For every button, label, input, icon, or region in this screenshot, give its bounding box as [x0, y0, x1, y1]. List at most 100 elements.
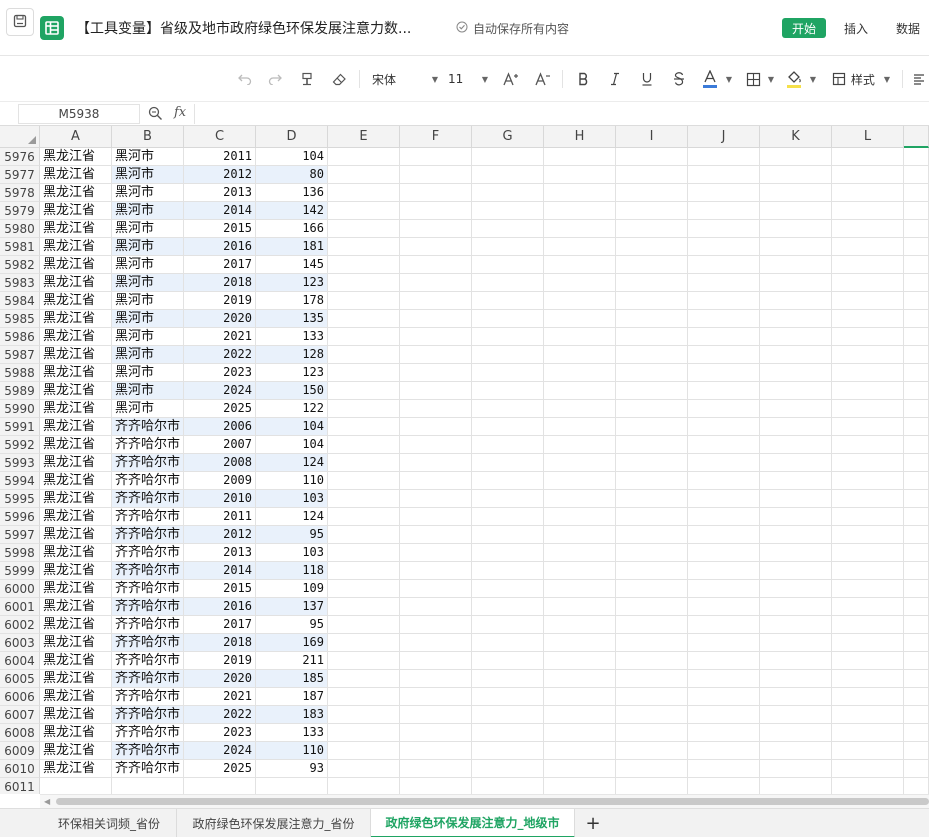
cell-k[interactable] — [760, 760, 832, 778]
cell-e[interactable] — [328, 418, 400, 436]
cell-c[interactable]: 2014 — [184, 202, 256, 220]
cell-h[interactable] — [544, 598, 616, 616]
cell-m[interactable] — [904, 256, 929, 274]
cell-c[interactable]: 2024 — [184, 382, 256, 400]
cell-f[interactable] — [400, 670, 472, 688]
cell-l[interactable] — [832, 778, 904, 794]
row-header[interactable]: 6000 — [0, 580, 40, 598]
cell-a[interactable] — [40, 778, 112, 794]
cell-e[interactable] — [328, 382, 400, 400]
cell-k[interactable] — [760, 454, 832, 472]
cell-j[interactable] — [688, 328, 760, 346]
cell-a[interactable]: 黑龙江省 — [40, 562, 112, 580]
cell-a[interactable]: 黑龙江省 — [40, 202, 112, 220]
cell-a[interactable]: 黑龙江省 — [40, 436, 112, 454]
cell-k[interactable] — [760, 652, 832, 670]
cell-d[interactable]: 93 — [256, 760, 328, 778]
cell-c[interactable]: 2014 — [184, 562, 256, 580]
cell-d[interactable]: 104 — [256, 418, 328, 436]
cell-b[interactable]: 齐齐哈尔市 — [112, 616, 184, 634]
cell-k[interactable] — [760, 562, 832, 580]
menu-data[interactable]: 数据 — [896, 20, 920, 37]
cell-g[interactable] — [472, 292, 544, 310]
cell-j[interactable] — [688, 670, 760, 688]
cell-f[interactable] — [400, 418, 472, 436]
column-header-d[interactable]: D — [256, 126, 328, 148]
cell-b[interactable]: 黑河市 — [112, 292, 184, 310]
cell-m[interactable] — [904, 346, 929, 364]
cell-f[interactable] — [400, 454, 472, 472]
cell-l[interactable] — [832, 238, 904, 256]
cell-i[interactable] — [616, 400, 688, 418]
cell-l[interactable] — [832, 724, 904, 742]
cell-l[interactable] — [832, 706, 904, 724]
cell-a[interactable]: 黑龙江省 — [40, 346, 112, 364]
cell-k[interactable] — [760, 472, 832, 490]
cell-g[interactable] — [472, 418, 544, 436]
cell-b[interactable]: 黑河市 — [112, 310, 184, 328]
cell-m[interactable] — [904, 238, 929, 256]
cell-e[interactable] — [328, 724, 400, 742]
cell-c[interactable]: 2009 — [184, 472, 256, 490]
cell-b[interactable]: 齐齐哈尔市 — [112, 562, 184, 580]
cell-b[interactable]: 黑河市 — [112, 256, 184, 274]
cell-k[interactable] — [760, 364, 832, 382]
row-header[interactable]: 5998 — [0, 544, 40, 562]
cell-f[interactable] — [400, 652, 472, 670]
cell-a[interactable]: 黑龙江省 — [40, 544, 112, 562]
cell-i[interactable] — [616, 544, 688, 562]
cell-k[interactable] — [760, 778, 832, 794]
cell-g[interactable] — [472, 562, 544, 580]
cell-i[interactable] — [616, 382, 688, 400]
cell-d[interactable]: 183 — [256, 706, 328, 724]
cell-l[interactable] — [832, 274, 904, 292]
cell-j[interactable] — [688, 310, 760, 328]
cell-g[interactable] — [472, 760, 544, 778]
cell-e[interactable] — [328, 508, 400, 526]
cell-f[interactable] — [400, 256, 472, 274]
cell-d[interactable]: 137 — [256, 598, 328, 616]
cell-a[interactable]: 黑龙江省 — [40, 526, 112, 544]
cell-i[interactable] — [616, 220, 688, 238]
cell-c[interactable]: 2025 — [184, 760, 256, 778]
cell-i[interactable] — [616, 418, 688, 436]
cell-m[interactable] — [904, 472, 929, 490]
cell-g[interactable] — [472, 436, 544, 454]
row-header[interactable]: 5979 — [0, 202, 40, 220]
cell-k[interactable] — [760, 598, 832, 616]
row-header[interactable]: 6011 — [0, 778, 40, 794]
cell-a[interactable]: 黑龙江省 — [40, 742, 112, 760]
cell-i[interactable] — [616, 580, 688, 598]
cell-a[interactable]: 黑龙江省 — [40, 652, 112, 670]
row-header[interactable]: 6007 — [0, 706, 40, 724]
cell-k[interactable] — [760, 490, 832, 508]
cell-e[interactable] — [328, 472, 400, 490]
row-header[interactable]: 5977 — [0, 166, 40, 184]
cell-k[interactable] — [760, 580, 832, 598]
cell-e[interactable] — [328, 346, 400, 364]
cell-d[interactable]: 110 — [256, 472, 328, 490]
cell-j[interactable] — [688, 544, 760, 562]
cell-j[interactable] — [688, 634, 760, 652]
cell-i[interactable] — [616, 310, 688, 328]
cell-m[interactable] — [904, 688, 929, 706]
cell-e[interactable] — [328, 274, 400, 292]
cell-k[interactable] — [760, 274, 832, 292]
cell-j[interactable] — [688, 256, 760, 274]
cell-g[interactable] — [472, 724, 544, 742]
cell-l[interactable] — [832, 256, 904, 274]
cell-c[interactable]: 2011 — [184, 508, 256, 526]
cell-j[interactable] — [688, 454, 760, 472]
row-header[interactable]: 5981 — [0, 238, 40, 256]
cell-g[interactable] — [472, 274, 544, 292]
cell-l[interactable] — [832, 616, 904, 634]
cell-d[interactable]: 123 — [256, 274, 328, 292]
cell-d[interactable]: 104 — [256, 148, 328, 166]
cell-a[interactable]: 黑龙江省 — [40, 454, 112, 472]
column-header-b[interactable]: B — [112, 126, 184, 148]
cell-c[interactable]: 2010 — [184, 490, 256, 508]
horizontal-scrollbar[interactable]: ◀ — [40, 794, 929, 808]
cell-k[interactable] — [760, 418, 832, 436]
cell-l[interactable] — [832, 490, 904, 508]
cell-k[interactable] — [760, 670, 832, 688]
